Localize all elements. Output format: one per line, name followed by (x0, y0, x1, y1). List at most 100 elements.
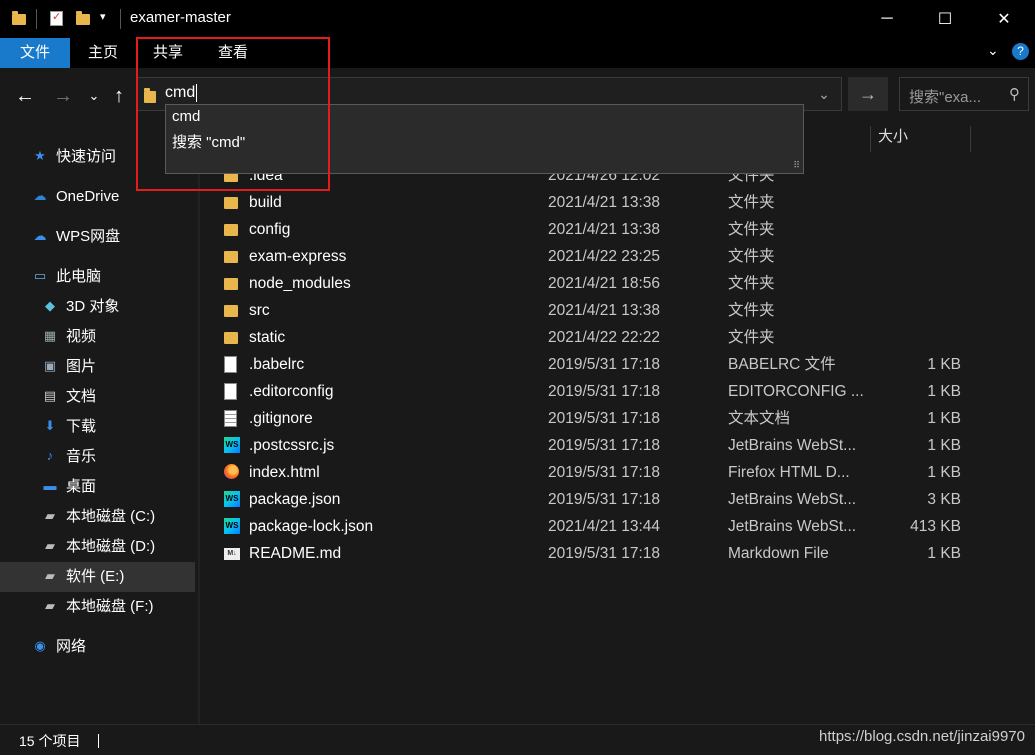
table-row[interactable]: .babelrc 2019/5/31 17:18 BABELRC 文件 1 KB (220, 351, 980, 378)
column-separator[interactable] (870, 126, 871, 152)
nav-item[interactable]: ♪ 音乐 (42, 442, 96, 472)
search-icon[interactable]: ⚲ (1009, 85, 1020, 103)
nav-item[interactable]: ▰ 本地磁盘 (F:) (42, 592, 154, 622)
back-button[interactable]: ← (13, 84, 37, 108)
file-type: Markdown File (728, 545, 829, 562)
title-separator (120, 9, 121, 29)
folder-icon (224, 251, 238, 263)
file-type: BABELRC 文件 (728, 356, 836, 373)
nav-item-label: 此电脑 (56, 268, 102, 285)
search-box[interactable]: 搜索"exa... ⚲ (899, 77, 1029, 111)
customize-quick-access-icon[interactable]: ▾ (100, 10, 106, 23)
text-file-icon (224, 410, 237, 427)
computer-icon: ▭ (33, 268, 47, 284)
drive-icon: ▰ (45, 508, 55, 524)
arrow-right-icon: → (859, 84, 877, 104)
file-size: 1 KB (927, 356, 961, 373)
address-dropdown-icon[interactable]: ⌄ (807, 78, 841, 110)
drive-icon: ▰ (45, 568, 55, 584)
file-date: 2021/4/21 13:38 (548, 221, 661, 238)
nav-item[interactable]: ◉ 网络 (32, 632, 86, 662)
nav-item-label: 文档 (66, 388, 97, 405)
file-type: 文件夹 (728, 329, 775, 346)
nav-item[interactable]: ▰ 本地磁盘 (C:) (42, 502, 155, 532)
file-date: 2019/5/31 17:18 (548, 410, 661, 427)
nav-item[interactable]: ★ 快速访问 (32, 142, 116, 172)
file-list: 大小 .idea 2021/4/26 12:02 文件夹 build 2021/4/21… (200, 122, 1035, 724)
nav-item[interactable]: ☁ OneDrive (32, 182, 120, 212)
nav-item[interactable]: ▦ 视频 (42, 322, 96, 352)
maximize-button[interactable]: ☐ (916, 0, 974, 38)
tab-home[interactable]: 主页 (82, 38, 124, 68)
new-folder-icon[interactable] (76, 11, 90, 25)
file-size: 3 KB (927, 491, 961, 508)
column-header-size[interactable]: 大小 (878, 122, 908, 152)
file-type: JetBrains WebSt... (728, 518, 857, 535)
folder-icon (12, 11, 26, 25)
folder-icon (224, 197, 238, 209)
minimize-button[interactable]: ─ (858, 0, 916, 38)
file-icon (224, 356, 237, 373)
drive-icon: ▰ (45, 538, 55, 554)
file-name: node_modules (249, 275, 351, 292)
nav-item[interactable]: ▰ 本地磁盘 (D:) (42, 532, 155, 562)
file-size (860, 324, 961, 351)
nav-item[interactable]: ▣ 图片 (42, 352, 96, 382)
nav-item[interactable]: ◆ 3D 对象 (42, 292, 119, 322)
file-date: 2021/4/21 18:56 (548, 275, 661, 292)
file-type: 文本文档 (728, 410, 791, 427)
item-count: 15 个项目 (19, 733, 81, 749)
folder-icon (224, 224, 238, 236)
file-size (860, 189, 961, 216)
file-size: 1 KB (927, 410, 961, 427)
folder-icon (224, 305, 238, 317)
file-name: .editorconfig (249, 383, 334, 400)
webstorm-icon: WS (224, 437, 240, 453)
properties-icon[interactable]: ✓ (50, 11, 63, 26)
table-row[interactable]: node_modules 2021/4/21 18:56 文件夹 (220, 270, 980, 297)
tab-file[interactable]: 文件 (0, 38, 70, 68)
file-size: 1 KB (927, 464, 961, 481)
table-row[interactable]: M↓ README.md 2019/5/31 17:18 Markdown File 1… (220, 540, 980, 567)
table-row[interactable]: WS package.json 2019/5/31 17:18 JetBrains W… (220, 486, 980, 513)
table-row[interactable]: config 2021/4/21 13:38 文件夹 (220, 216, 980, 243)
webstorm-icon: WS (224, 518, 240, 534)
picture-icon: ▣ (43, 358, 57, 374)
table-row[interactable]: static 2021/4/22 22:22 文件夹 (220, 324, 980, 351)
chevron-down-icon[interactable]: ⌄ (987, 42, 999, 59)
folder-icon (224, 332, 238, 344)
table-row[interactable]: build 2021/4/21 13:38 文件夹 (220, 189, 980, 216)
up-button[interactable]: ↑ (107, 84, 131, 108)
nav-item[interactable]: ▬ 桌面 (42, 472, 97, 502)
table-row[interactable]: .editorconfig 2019/5/31 17:18 EDITORCONFIG… (220, 378, 980, 405)
table-row[interactable]: WS package-lock.json 2021/4/21 13:44 JetBra… (220, 513, 980, 540)
table-row[interactable]: index.html 2019/5/31 17:18 Firefox HTML D.… (220, 459, 980, 486)
go-button[interactable]: → (848, 77, 888, 111)
close-button[interactable]: ✕ (975, 0, 1033, 38)
forward-button[interactable]: → (51, 84, 75, 108)
nav-item-label: 视频 (66, 328, 97, 345)
file-type: EDITORCONFIG ... (728, 383, 864, 400)
file-name: static (249, 329, 286, 346)
nav-item[interactable]: ▰ 软件 (E:) (0, 562, 195, 592)
nav-item[interactable]: ▭ 此电脑 (32, 262, 101, 292)
file-type: 文件夹 (728, 194, 775, 211)
nav-item[interactable]: ▤ 文档 (42, 382, 96, 412)
table-row[interactable]: exam-express 2021/4/22 23:25 文件夹 (220, 243, 980, 270)
resize-grip-icon[interactable]: ⠿ (793, 161, 800, 170)
table-row[interactable]: WS .postcssrc.js 2019/5/31 17:18 JetBrains … (220, 432, 980, 459)
table-row[interactable]: src 2021/4/21 13:38 文件夹 (220, 297, 980, 324)
nav-item[interactable]: ⬇ 下载 (42, 412, 96, 442)
nav-item-label: 图片 (66, 358, 97, 375)
file-size: 413 KB (910, 518, 961, 535)
recent-locations-button[interactable]: ⌄ (82, 84, 106, 108)
network-icon: ◉ (34, 638, 46, 654)
desktop-icon: ▬ (43, 478, 57, 494)
window-title: examer-master (130, 9, 231, 26)
nav-item[interactable]: ☁ WPS网盘 (32, 222, 121, 252)
help-icon[interactable]: ? (1012, 43, 1029, 60)
column-separator[interactable] (970, 126, 971, 152)
maximize-icon: ☐ (937, 11, 953, 28)
file-size (860, 243, 961, 270)
table-row[interactable]: .gitignore 2019/5/31 17:18 文本文档 1 KB (220, 405, 980, 432)
